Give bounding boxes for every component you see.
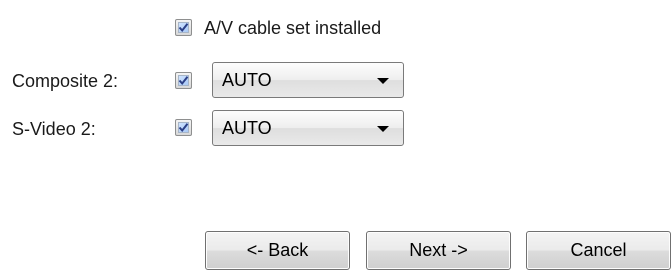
chevron-down-icon — [377, 126, 389, 132]
chevron-down-icon — [377, 78, 389, 84]
av-cable-label: A/V cable set installed — [204, 18, 382, 38]
composite-2-selected-value: AUTO — [222, 70, 272, 90]
cancel-button[interactable]: Cancel — [526, 231, 671, 270]
svideo-2-checkbox[interactable] — [175, 119, 192, 136]
av-cable-checkbox[interactable] — [175, 19, 192, 36]
check-icon — [178, 76, 189, 86]
svideo-2-label: S-Video 2: — [12, 119, 96, 139]
check-icon — [178, 23, 189, 33]
composite-2-label: Composite 2: — [12, 71, 119, 91]
check-icon — [178, 123, 189, 133]
composite-2-checkbox[interactable] — [175, 72, 192, 89]
svideo-2-selected-value: AUTO — [222, 118, 272, 138]
back-button[interactable]: <- Back — [205, 231, 350, 270]
composite-2-select[interactable]: AUTO — [212, 62, 404, 98]
next-button[interactable]: Next -> — [366, 231, 511, 270]
svideo-2-select[interactable]: AUTO — [212, 110, 404, 146]
